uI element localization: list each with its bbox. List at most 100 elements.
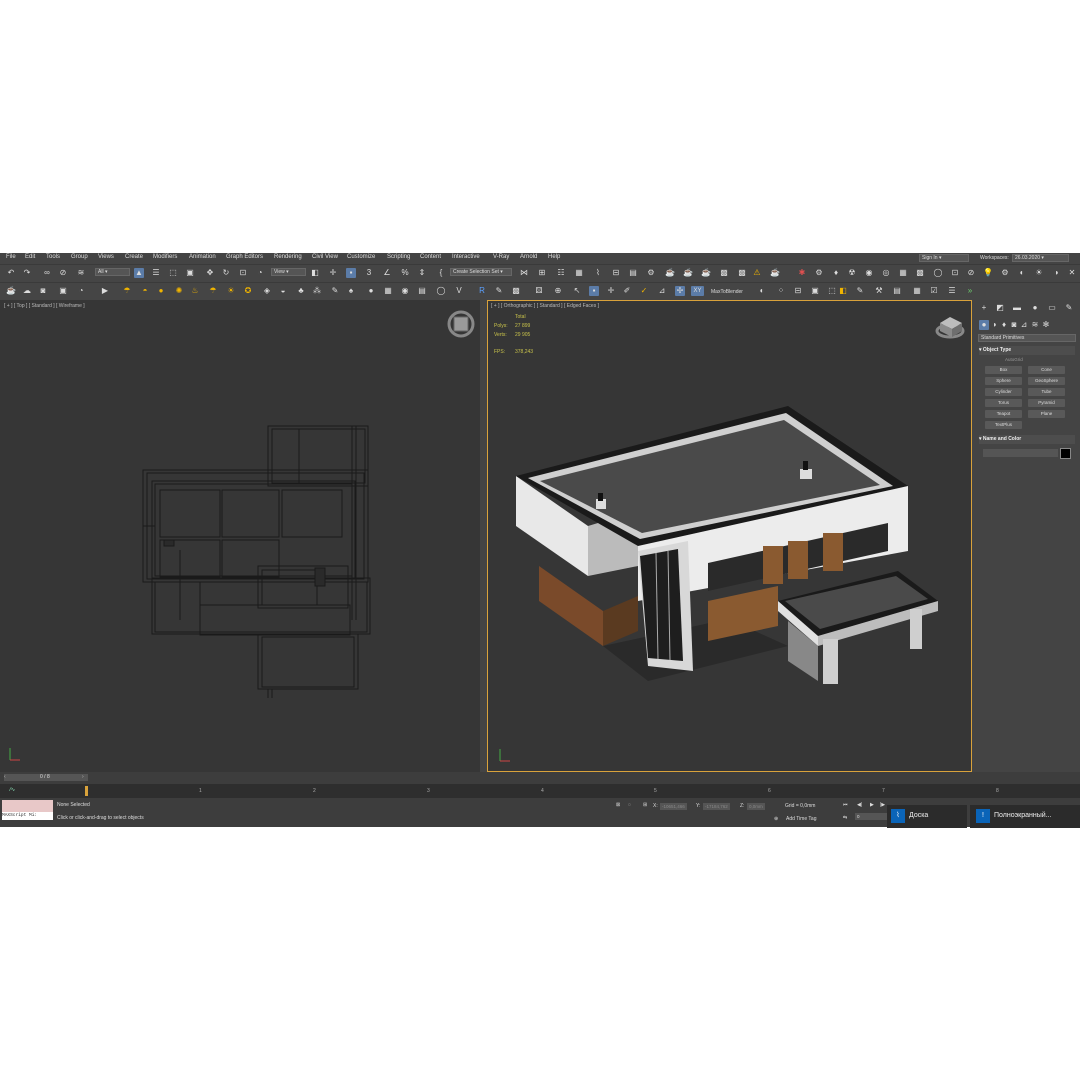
utilities-tab-icon[interactable]: ✎ — [1064, 303, 1074, 313]
key-mode-icon[interactable]: ⇆ — [843, 815, 847, 821]
daylight-icon[interactable]: ☀ — [226, 286, 236, 296]
spot-light-icon[interactable]: ◓ — [140, 286, 150, 296]
link-icon[interactable]: ∞ — [42, 268, 52, 278]
render-iterative-icon[interactable]: ☕ — [701, 268, 711, 278]
unlink-icon[interactable]: ⊘ — [58, 268, 68, 278]
spacing-icon[interactable]: ⊟ — [793, 286, 803, 296]
forest-icon[interactable]: ♠ — [346, 286, 356, 296]
cloud-icon[interactable]: ☁ — [22, 286, 32, 296]
vray-ies-icon[interactable]: ♦ — [831, 268, 841, 278]
undo-icon[interactable]: ↶ — [6, 268, 16, 278]
workspaces-dropdown[interactable]: 26.03.2020 ▾ — [1012, 254, 1069, 262]
spinner-snap-icon[interactable]: ⇕ — [417, 268, 427, 278]
hierarchy-tab-icon[interactable]: ▬ — [1012, 303, 1022, 313]
window-crossing-icon[interactable]: ▣ — [185, 268, 195, 278]
rotate-icon[interactable]: ↻ — [221, 268, 231, 278]
sign-in-dropdown[interactable]: Sign In ▾ — [919, 254, 969, 262]
teapot-button[interactable]: Teapot — [985, 410, 1022, 418]
render-activeshade-icon[interactable]: ▩ — [719, 268, 729, 278]
teapot-icon[interactable]: ☕ — [6, 286, 16, 296]
checker-icon[interactable]: ▦ — [383, 286, 393, 296]
select-icon[interactable]: ▪ — [589, 286, 599, 296]
dice-icon[interactable]: ⚄ — [534, 286, 544, 296]
env-icon[interactable]: ◔ — [76, 286, 86, 296]
maxtoblender-button[interactable]: MaxToBlender — [711, 289, 743, 295]
vray-light-bulb-icon[interactable]: 💡 — [983, 268, 993, 278]
render-production-icon[interactable]: ☕ — [683, 268, 693, 278]
cameras-icon[interactable]: ◙ — [1009, 320, 1019, 330]
grid-icon[interactable]: ▩ — [511, 286, 521, 296]
menu-views[interactable]: Views — [98, 254, 114, 260]
menu-arnold[interactable]: Arnold — [520, 254, 537, 260]
menu-modifiers[interactable]: Modifiers — [153, 254, 177, 260]
panel-icon[interactable]: ▦ — [912, 286, 922, 296]
plane-button[interactable]: Plane — [1028, 410, 1065, 418]
sun-light-icon[interactable]: ✺ — [174, 286, 184, 296]
target-light-icon[interactable]: ✪ — [243, 286, 253, 296]
maxscript-mini-listener[interactable]: MAXScript Mi: — [2, 812, 53, 820]
select-by-name-icon[interactable]: ☰ — [151, 268, 161, 278]
menu-file[interactable]: File — [6, 254, 16, 260]
edit-poly-icon[interactable]: ◧ — [838, 286, 848, 296]
add-time-tag[interactable]: Add Time Tag — [786, 816, 816, 822]
track-bar[interactable]: ⁄∿ — [0, 784, 1080, 798]
measure-icon[interactable]: ⊿ — [657, 286, 667, 296]
curve-editor-icon[interactable]: ⌇ — [593, 268, 603, 278]
pen-icon[interactable]: ✎ — [855, 286, 865, 296]
autogrid-checkbox[interactable]: AutoGrid — [1005, 357, 1023, 362]
maxscript-listener-top[interactable] — [2, 800, 53, 812]
time-slider[interactable]: ‹ 0 / 8 › — [4, 774, 88, 781]
cone-button[interactable]: Cone — [1028, 366, 1065, 374]
palette-icon[interactable]: ◉ — [400, 286, 410, 296]
material-editor-icon[interactable]: ▤ — [628, 268, 638, 278]
brush-icon[interactable]: ✎ — [330, 286, 340, 296]
spacewarps-icon[interactable]: ≋ — [1030, 320, 1040, 330]
vantage-icon[interactable]: V — [454, 286, 464, 296]
layer-explorer-icon[interactable]: ☷ — [556, 268, 566, 278]
toggle-ribbon-icon[interactable]: ▦ — [574, 268, 584, 278]
helpers-icon[interactable]: ⊿ — [1019, 320, 1029, 330]
transform-mode-icon[interactable]: ⊞ — [643, 802, 647, 808]
next-frame-icon[interactable]: |▶ — [880, 802, 885, 808]
vray-camera-icon[interactable]: ◐ — [1017, 268, 1027, 278]
taskbar-fullscreen-item[interactable]: ! Полноэкранный... — [970, 805, 1080, 828]
select-manipulate-icon[interactable]: ✛ — [328, 268, 338, 278]
expand-icon[interactable]: » — [965, 286, 975, 296]
array-icon[interactable]: ⁘ — [776, 286, 786, 296]
wrench-icon[interactable]: ✎ — [494, 286, 504, 296]
named-selection-sets-dropdown[interactable]: Create Selection Set ▾ — [450, 268, 512, 276]
y-coordinate-field[interactable]: -17184,762 — [703, 803, 730, 810]
tree-icon[interactable]: ♣ — [296, 286, 306, 296]
camera-icon[interactable]: ◙ — [38, 286, 48, 296]
lock-icon[interactable]: ◌ — [628, 802, 631, 808]
named-selection-icon[interactable]: { — [436, 268, 446, 278]
reference-coordinate-dropdown[interactable]: View ▾ — [271, 268, 306, 276]
viewport-top[interactable]: [ + ] [ Top ] [ Standard ] [ Wireframe ] — [0, 300, 480, 772]
sphere-shaded-icon[interactable]: ● — [366, 286, 376, 296]
area-light-icon[interactable]: ☂ — [208, 286, 218, 296]
vray-ambient-icon[interactable]: ☢ — [847, 268, 857, 278]
percent-snap-icon[interactable]: % — [400, 268, 410, 278]
textplus-button[interactable]: TextPlus — [985, 421, 1022, 429]
sky-light-icon[interactable]: ● — [156, 286, 166, 296]
redo-icon[interactable]: ↷ — [22, 268, 32, 278]
shapes-icon[interactable]: ◑ — [989, 320, 999, 330]
rectangle-selection-icon[interactable]: ⬚ — [168, 268, 178, 278]
selection-filter-dropdown[interactable]: All ▾ — [95, 268, 130, 276]
material-ball-icon[interactable]: ◈ — [262, 286, 272, 296]
geosphere-button[interactable]: GeoSphere — [1028, 377, 1065, 385]
placement-icon[interactable]: ◔ — [255, 268, 265, 278]
pivot-center-icon[interactable]: ◧ — [310, 268, 320, 278]
highlight-icon[interactable]: ✓ — [639, 286, 649, 296]
select-object-icon[interactable]: ▲ — [134, 268, 144, 278]
menu-civil-view[interactable]: Civil View — [312, 254, 338, 260]
snaps-toggle-icon[interactable]: 3 — [364, 268, 374, 278]
display-icon[interactable]: ▤ — [417, 286, 427, 296]
scatter-icon[interactable]: ⁂ — [312, 286, 322, 296]
layers-icon[interactable]: ▤ — [892, 286, 902, 296]
menu-group[interactable]: Group — [71, 254, 88, 260]
schematic-view-icon[interactable]: ⊟ — [611, 268, 621, 278]
menu-graph-editors[interactable]: Graph Editors — [226, 254, 263, 260]
prev-frame-icon[interactable]: ◀| — [857, 802, 862, 808]
vray-settings-icon[interactable]: ⚙ — [1000, 268, 1010, 278]
